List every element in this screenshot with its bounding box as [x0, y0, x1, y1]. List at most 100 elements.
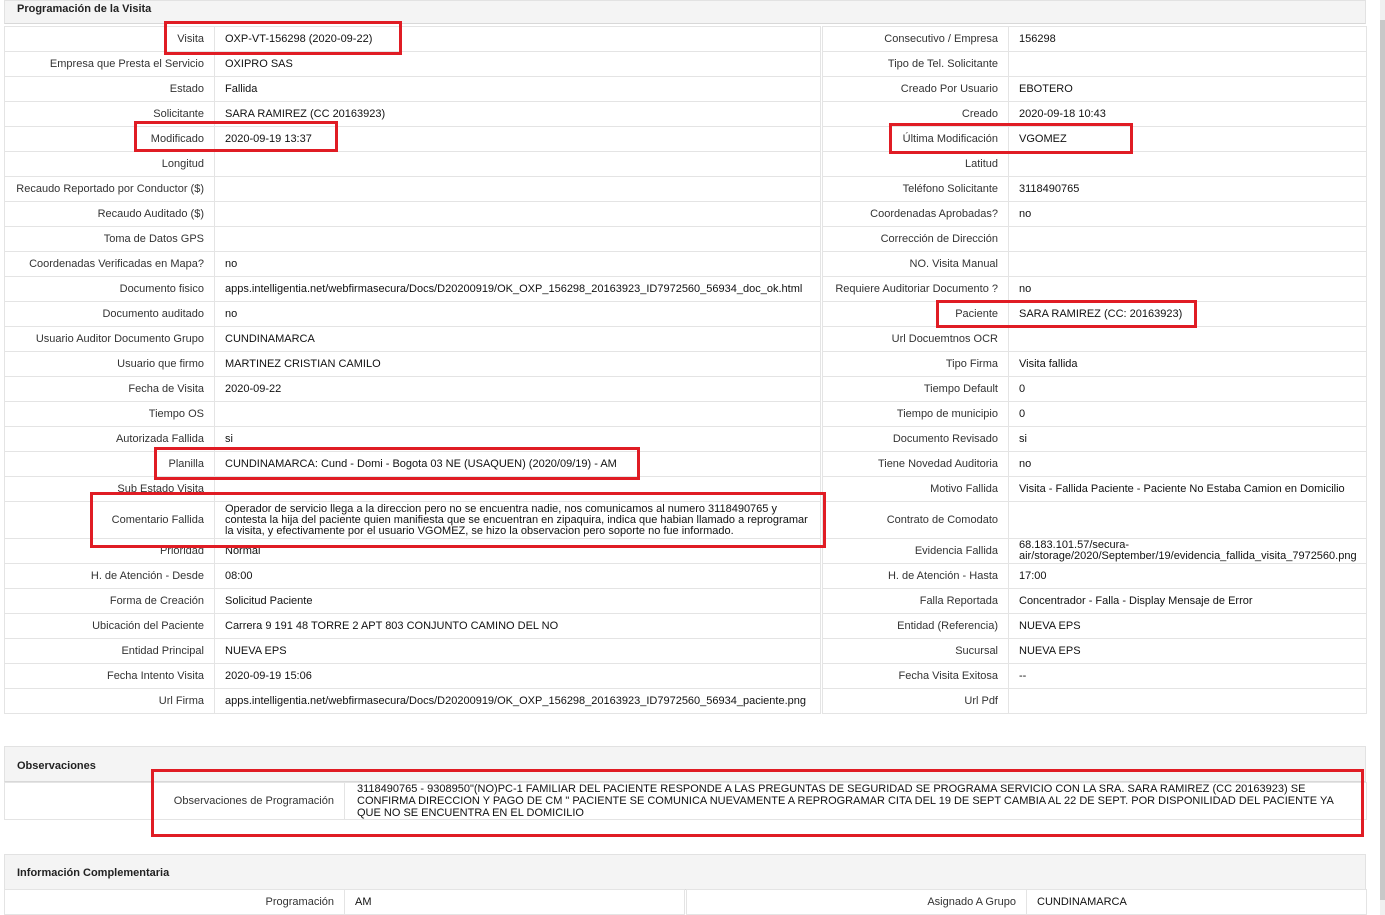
- field-value: NUEVA EPS: [1008, 638, 1367, 664]
- field-value: apps.intelligentia.net/webfirmasecura/Do…: [214, 276, 821, 302]
- field-value: no: [1008, 451, 1367, 477]
- field-value: 3118490765: [1008, 176, 1367, 202]
- complementaria-table: Programación AM Asignado A Grupo CUNDINA…: [4, 889, 1367, 915]
- field-label: Última Modificación: [822, 126, 1009, 152]
- field-label: Visita: [4, 26, 215, 52]
- table-row: Autorizada Fallida si Documento Revisado si: [4, 426, 1367, 452]
- vertical-scrollbar[interactable]: [1380, 0, 1385, 915]
- table-row: Tiempo OS Tiempo de municipio 0: [4, 401, 1367, 427]
- field-label: Tipo Firma: [822, 351, 1009, 377]
- field-label: Sub Estado Visita: [4, 476, 215, 502]
- field-value: [1008, 326, 1367, 352]
- field-value: [1008, 501, 1367, 539]
- field-value: 68.183.101.57/secura-air/storage/2020/Se…: [1008, 538, 1367, 564]
- field-label: Evidencia Fallida: [822, 538, 1009, 564]
- section-title-observaciones: Observaciones: [17, 760, 96, 772]
- field-label: Sucursal: [822, 638, 1009, 664]
- table-row: Estado Fallida Creado Por Usuario EBOTERO: [4, 76, 1367, 102]
- field-value: Fallida: [214, 76, 821, 102]
- field-label: Ubicación del Paciente: [4, 613, 215, 639]
- field-label: Tiene Novedad Auditoria: [822, 451, 1009, 477]
- field-value: EBOTERO: [1008, 76, 1367, 102]
- field-label: Teléfono Solicitante: [822, 176, 1009, 202]
- field-label: Documento auditado: [4, 301, 215, 327]
- field-label: Solicitante: [4, 101, 215, 127]
- field-value: 08:00: [214, 563, 821, 589]
- field-value: 17:00: [1008, 563, 1367, 589]
- section-title-complementaria: Información Complementaria: [17, 867, 170, 879]
- field-label: Tipo de Tel. Solicitante: [822, 51, 1009, 77]
- visit-details-table: Visita OXP-VT-156298 (2020-09-22) Consecut…: [4, 26, 1367, 714]
- table-row: Usuario que firmo MARTINEZ CRISTIAN CAMIL…: [4, 351, 1367, 377]
- table-row: Visita OXP-VT-156298 (2020-09-22) Consecut…: [4, 26, 1367, 52]
- field-value: SARA RAMIREZ (CC: 20163923): [1008, 301, 1367, 327]
- field-value: --: [1008, 663, 1367, 689]
- table-row: Fecha Intento Visita 2020-09-19 15:06 Fech…: [4, 663, 1367, 689]
- field-label: NO. Visita Manual: [822, 251, 1009, 277]
- section-title-programacion: Programación de la Visita: [17, 3, 152, 15]
- field-label: Usuario Auditor Documento Grupo: [4, 326, 215, 352]
- table-row: Observaciones de Programación 3118490765…: [4, 782, 1367, 820]
- field-label: Prioridad: [4, 538, 215, 564]
- field-label: Creado: [822, 101, 1009, 127]
- field-value: 156298: [1008, 26, 1367, 52]
- field-label: Toma de Datos GPS: [4, 226, 215, 252]
- field-label: Consecutivo / Empresa: [822, 26, 1009, 52]
- section-header-observaciones: Observaciones: [4, 746, 1366, 782]
- field-label: Usuario que firmo: [4, 351, 215, 377]
- field-label: Fecha Visita Exitosa: [822, 663, 1009, 689]
- field-label: Documento Revisado: [822, 426, 1009, 452]
- field-label: Recaudo Reportado por Conductor ($): [4, 176, 215, 202]
- field-value: no: [1008, 276, 1367, 302]
- field-value: 2020-09-18 10:43: [1008, 101, 1367, 127]
- table-row: Planilla CUNDINAMARCA: Cund - Domi - Bogo…: [4, 451, 1367, 477]
- field-label: Creado Por Usuario: [822, 76, 1009, 102]
- section-header-programacion: Programación de la Visita: [4, 0, 1366, 24]
- table-row: Longitud Latitud: [4, 151, 1367, 177]
- field-value: OXIPRO SAS: [214, 51, 821, 77]
- field-value: AM: [344, 889, 685, 915]
- field-label: Asignado A Grupo: [686, 889, 1027, 915]
- field-label: Url Docuemtnos OCR: [822, 326, 1009, 352]
- field-value: CUNDINAMARCA: [1026, 889, 1367, 915]
- table-row: Url Firma apps.intelligentia.net/webfirma…: [4, 688, 1367, 714]
- field-value: [1008, 226, 1367, 252]
- field-value: Operador de servicio llega a la direccio…: [214, 501, 821, 539]
- field-value: [1008, 688, 1367, 714]
- field-label: Longitud: [4, 151, 215, 177]
- field-value: NUEVA EPS: [214, 638, 821, 664]
- field-label: Entidad Principal: [4, 638, 215, 664]
- field-label: Url Firma: [4, 688, 215, 714]
- section-header-complementaria: Información Complementaria: [4, 854, 1366, 890]
- field-value: Concentrador - Falla - Display Mensaje d…: [1008, 588, 1367, 614]
- field-value: 2020-09-19 15:06: [214, 663, 821, 689]
- field-label: Paciente: [822, 301, 1009, 327]
- field-label: Requiere Auditoriar Documento ?: [822, 276, 1009, 302]
- table-row: Recaudo Auditado ($) Coordenadas Aprobada…: [4, 201, 1367, 227]
- field-value: [1008, 51, 1367, 77]
- field-value: CUNDINAMARCA: [214, 326, 821, 352]
- field-label: Programación: [4, 889, 345, 915]
- field-label: Motivo Fallida: [822, 476, 1009, 502]
- table-row: Empresa que Presta el Servicio OXIPRO SAS…: [4, 51, 1367, 77]
- field-value: [1008, 251, 1367, 277]
- field-value: si: [214, 426, 821, 452]
- field-value: no: [1008, 201, 1367, 227]
- field-value: [214, 476, 821, 502]
- table-row: Toma de Datos GPS Corrección de Dirección: [4, 226, 1367, 252]
- table-row: Entidad Principal NUEVA EPS Sucursal NUEVA …: [4, 638, 1367, 664]
- field-value: no: [214, 251, 821, 277]
- field-label: Planilla: [4, 451, 215, 477]
- table-row: Modificado 2020-09-19 13:37 Última Modific…: [4, 126, 1367, 152]
- field-value: CUNDINAMARCA: Cund - Domi - Bogota 03 NE…: [214, 451, 821, 477]
- field-label: Coordenadas Aprobadas?: [822, 201, 1009, 227]
- field-label: Empresa que Presta el Servicio: [4, 51, 215, 77]
- table-row: Usuario Auditor Documento Grupo CUNDINAMA…: [4, 326, 1367, 352]
- table-row: Forma de Creación Solicitud Paciente Falla…: [4, 588, 1367, 614]
- scrollbar-thumb[interactable]: [1380, 20, 1385, 900]
- field-label: Url Pdf: [822, 688, 1009, 714]
- field-label: Modificado: [4, 126, 215, 152]
- table-row: Ubicación del Paciente Carrera 9 191 48 T…: [4, 613, 1367, 639]
- field-label: Documento fisico: [4, 276, 215, 302]
- field-value: [214, 226, 821, 252]
